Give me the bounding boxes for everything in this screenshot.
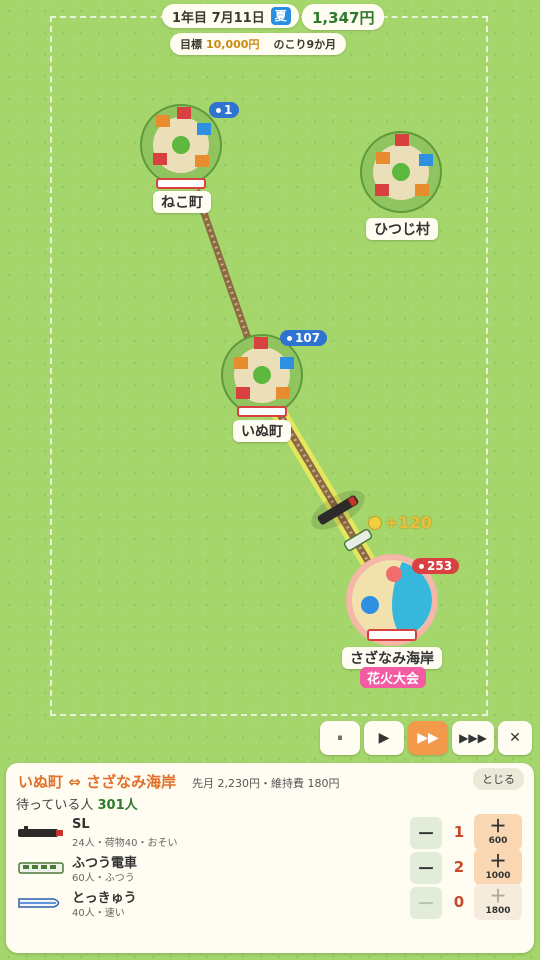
town-label-sazanami: さざなみ海岸 <box>342 647 442 669</box>
passenger-icon <box>419 563 424 569</box>
express-train-icon <box>18 898 60 908</box>
remove-train-button[interactable]: － <box>410 852 442 884</box>
town-label-neko: ねこ町 <box>153 191 211 213</box>
waiting-prefix: 待っている人 <box>16 798 94 813</box>
goal-amount: 10,000円 <box>206 38 260 51</box>
rail-map <box>140 104 442 646</box>
town-inu[interactable] <box>221 334 303 417</box>
waiting-badge-sazanami: 253 <box>412 558 460 574</box>
railway-track-neko-inu <box>192 188 256 352</box>
waiting-count: 107 <box>295 331 321 345</box>
goal-label: 目標 <box>180 38 202 51</box>
train-name: SL <box>72 817 90 832</box>
train-count: 0 <box>453 893 465 911</box>
waiting-total: 301人 <box>97 798 138 813</box>
town-hitsuji[interactable] <box>360 131 442 213</box>
waiting-count: 253 <box>427 559 453 573</box>
plus-icon: ＋ <box>489 851 507 872</box>
season-badge: 夏 <box>270 7 291 25</box>
date-text: 1年目 7月11日 <box>172 10 265 26</box>
event-label-fireworks: 花火大会 <box>360 667 427 688</box>
waiting-badge-neko: 1 <box>209 102 240 118</box>
town-label-inu: いぬ町 <box>233 420 291 442</box>
passenger-icon <box>287 335 292 341</box>
train-row-express: とっきゅう 40人・速い － 0 ＋ 1800 <box>6 884 534 921</box>
town-neko[interactable] <box>140 104 222 189</box>
date-display: 1年目 7月11日 夏 <box>162 4 299 28</box>
remove-train-button[interactable]: － <box>410 887 442 919</box>
fast-forward-button[interactable]: ▶▶ <box>408 721 448 755</box>
passenger-icon <box>216 107 221 113</box>
plus-icon: ＋ <box>489 886 507 907</box>
local-train-icon <box>18 862 64 874</box>
add-train-button[interactable]: ＋ 1000 <box>474 849 522 885</box>
steam-locomotive-icon <box>18 826 63 837</box>
train-count: 2 <box>453 858 465 876</box>
route-panel: いぬ町 ⇔ さざなみ海岸 先月 2,230円・維持費 180円 とじる 待ってい… <box>6 763 534 953</box>
close-controls-button[interactable]: ✕ <box>498 721 532 755</box>
waiting-badge-inu: 107 <box>280 330 328 346</box>
train-price: 1800 <box>485 905 511 916</box>
train-count: 1 <box>453 823 465 841</box>
route-cost: 先月 2,230円・維持費 180円 <box>192 777 340 790</box>
add-train-button[interactable]: ＋ 1800 <box>474 884 522 920</box>
plus-icon: ＋ <box>489 816 507 837</box>
coin-icon <box>368 515 382 530</box>
train-price: 1000 <box>485 870 511 881</box>
panel-close-button[interactable]: とじる <box>473 768 524 790</box>
route-to: さざなみ海岸 <box>86 773 177 791</box>
route-title: いぬ町 ⇔ さざなみ海岸 <box>18 771 176 792</box>
money-display: 1,347円 <box>302 4 385 30</box>
waiting-count: 1 <box>224 103 233 117</box>
train-sl-on-map[interactable] <box>305 483 371 538</box>
train-price: 600 <box>488 835 508 846</box>
goal-display: 目標 10,000円 のこり9か月 <box>170 33 347 55</box>
waiting-people: 待っている人 301人 <box>16 794 138 813</box>
add-train-button[interactable]: ＋ 600 <box>474 814 522 850</box>
income-amount: +120 <box>385 513 432 532</box>
train-desc: 60人・ふつう <box>72 873 135 884</box>
remaining-time: のこり9か月 <box>273 38 337 51</box>
town-label-hitsuji: ひつじ村 <box>366 218 438 240</box>
play-button[interactable]: ▶ <box>364 721 404 755</box>
route-arrow-icon: ⇔ <box>68 773 81 791</box>
fastest-button[interactable]: ▶▶▶ <box>452 721 494 755</box>
train-row-sl: SL 24人・荷物40・おそい － 1 ＋ 600 <box>6 814 534 851</box>
remove-train-button[interactable]: － <box>410 817 442 849</box>
train-row-local: ふつう電車 60人・ふつう － 2 ＋ 1000 <box>6 849 534 886</box>
route-from: いぬ町 <box>18 773 64 791</box>
train-desc: 24人・荷物40・おそい <box>72 838 178 849</box>
train-desc: 40人・速い <box>72 908 125 919</box>
pause-button[interactable]: ⏸ <box>320 721 360 755</box>
income-popup: +120 <box>368 513 432 532</box>
